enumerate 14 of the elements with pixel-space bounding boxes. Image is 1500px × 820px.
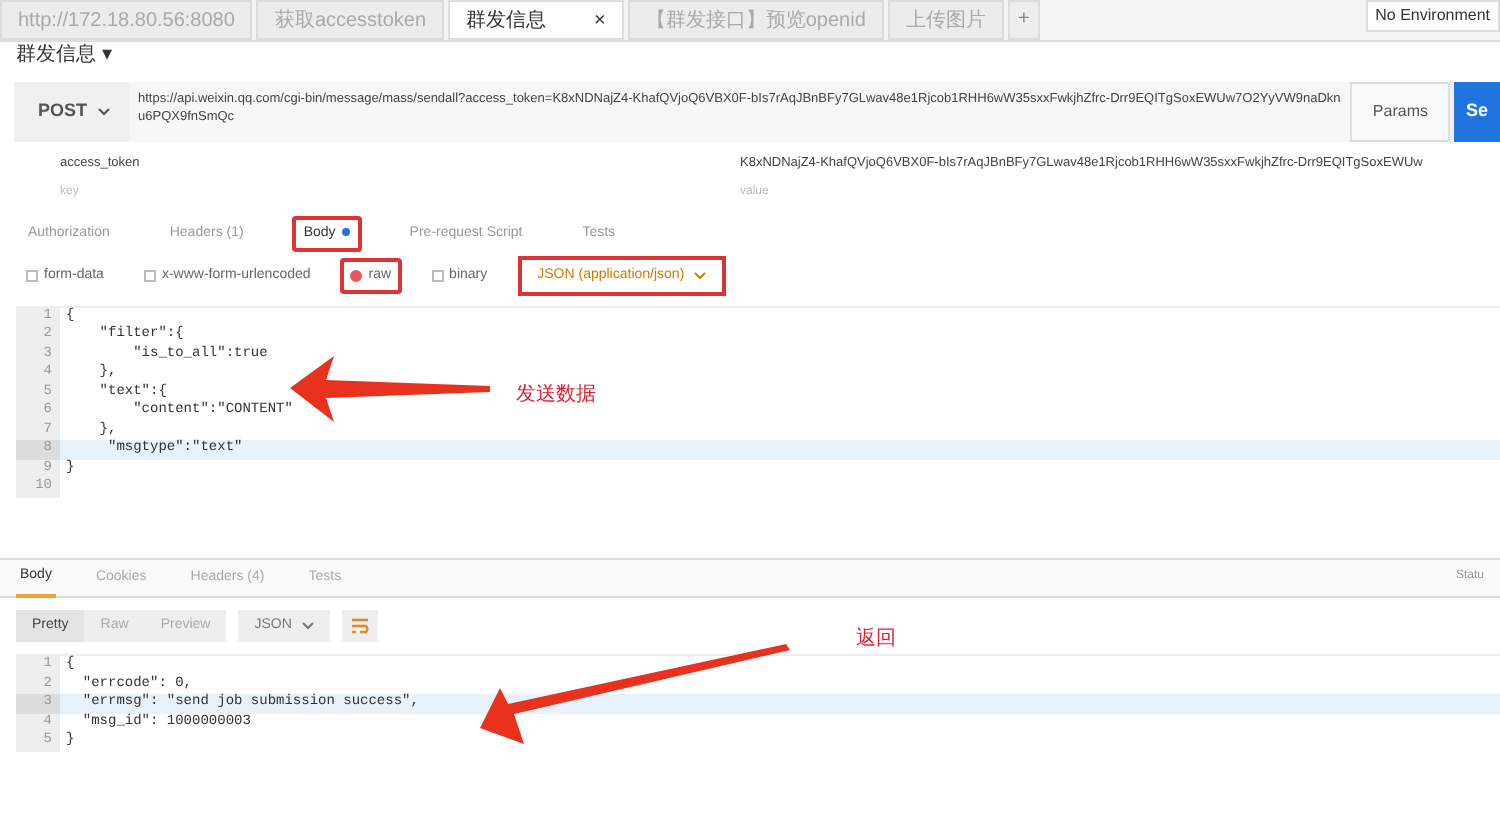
caret-icon — [97, 108, 110, 116]
wrap-lines-icon[interactable] — [341, 610, 378, 642]
new-tab-button[interactable]: + — [1007, 0, 1040, 40]
annotation-text: 返回 — [856, 625, 896, 654]
environment-select[interactable]: No Environment — [1365, 0, 1500, 32]
method-select[interactable]: POST — [14, 82, 130, 142]
caret-icon — [301, 622, 314, 630]
annotation-text: 发送数据 — [516, 382, 596, 410]
close-icon[interactable]: × — [594, 10, 606, 32]
caret-icon — [694, 271, 707, 280]
collection-breadcrumb[interactable]: 群发信息 ▾ — [0, 40, 128, 72]
send-button[interactable]: Se — [1453, 82, 1500, 142]
request-tab[interactable]: 群发信息 × — [448, 0, 624, 40]
params-button[interactable]: Params — [1350, 82, 1450, 142]
